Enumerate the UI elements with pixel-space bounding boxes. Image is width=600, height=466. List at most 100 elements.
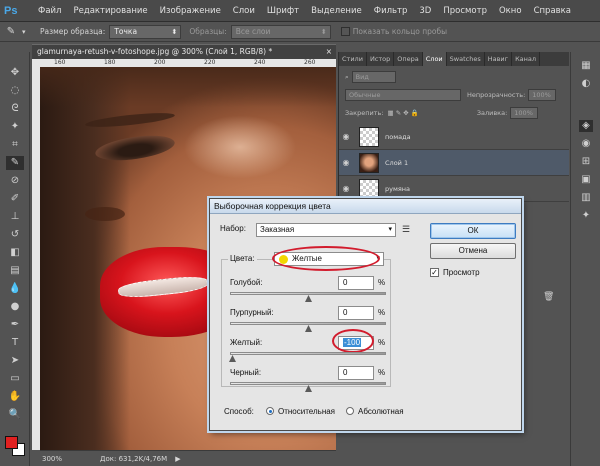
show-ring-checkbox[interactable] <box>340 27 350 36</box>
search-icon: ⌕ <box>345 72 349 81</box>
ruler-tick: 220 <box>204 59 216 66</box>
path-select-tool-icon[interactable]: ➤ <box>6 354 24 368</box>
document-tab[interactable]: glamurnaya-retush-v-fotoshope.jpg @ 300%… <box>32 44 336 59</box>
chevron-down-icon: ▾ <box>388 226 392 233</box>
menu-3d[interactable]: 3D <box>413 6 437 16</box>
menu-image[interactable]: Изображение <box>154 6 227 16</box>
brush-tool-icon[interactable]: ✐ <box>6 192 24 206</box>
samples-select[interactable]: Все слои ⬍ <box>230 24 331 39</box>
sample-size-label: Размер образца: <box>40 27 106 36</box>
cyan-label: Голубой: <box>230 278 263 287</box>
menu-type[interactable]: Шрифт <box>261 6 305 16</box>
ruler-tick: 260 <box>304 59 316 66</box>
actions-icon[interactable]: ◐ <box>579 78 593 90</box>
preset-options-icon[interactable]: ☰ <box>402 224 410 235</box>
absolute-radio[interactable] <box>346 407 354 415</box>
tab-layers[interactable]: Слои <box>422 52 447 66</box>
ok-button[interactable]: ОК <box>430 223 516 239</box>
layers-icon[interactable]: ◈ <box>579 120 593 132</box>
menu-filter[interactable]: Фильтр <box>368 6 414 16</box>
layer-filter-row: ⌕ Вид <box>339 68 569 86</box>
percent-unit: % <box>378 278 386 287</box>
crop-tool-icon[interactable]: ⌗ <box>6 138 24 152</box>
black-slider-track[interactable] <box>230 382 386 385</box>
layer-row[interactable]: ◉ помада <box>339 124 569 150</box>
cyan-slider-track[interactable] <box>230 292 386 295</box>
eyedropper-icon[interactable]: ✎ <box>0 26 22 37</box>
samples-label: Образцы: <box>189 27 227 36</box>
fill-label: Заливка: <box>476 109 508 117</box>
menu-view[interactable]: Просмотр <box>437 6 493 16</box>
tool-preset-chevron-icon[interactable]: ▾ <box>22 28 32 36</box>
foreground-color-swatch[interactable] <box>5 436 18 449</box>
tools-panel: ✥ ◌ ᘓ ✦ ⌗ ✎ ⊘ ✐ ⊥ ↺ ◧ ▤ 💧 ● ✒ T ➤ ▭ ✋ 🔍 <box>0 52 30 466</box>
blur-tool-icon[interactable]: 💧 <box>6 282 24 296</box>
tab-history[interactable]: Истор <box>367 52 395 66</box>
cyan-input[interactable]: 0 <box>338 276 374 290</box>
layer-row[interactable]: ◉ Слой 1 <box>339 150 569 176</box>
tab-swatches[interactable]: Swatches <box>447 52 485 66</box>
menu-layer[interactable]: Слои <box>227 6 261 16</box>
relative-radio[interactable] <box>266 407 274 415</box>
kind-filter-select[interactable]: Вид <box>351 71 396 83</box>
preview-checkbox[interactable]: ✓ <box>430 268 439 277</box>
menu-edit[interactable]: Редактирование <box>67 6 153 16</box>
cancel-button[interactable]: Отмена <box>430 243 516 259</box>
lock-row: Закрепить: ▦ ✎ ✥ 🔒 Заливка: 100% <box>339 104 569 122</box>
yellow-slider-track[interactable] <box>230 352 386 355</box>
visibility-eye-icon[interactable]: ◉ <box>339 158 353 167</box>
options-bar: ✎ ▾ Размер образца: Точка ⬍ Образцы: Все … <box>0 22 600 42</box>
visibility-eye-icon[interactable]: ◉ <box>339 132 353 141</box>
paths-icon[interactable]: ⊞ <box>579 156 593 168</box>
blend-mode-select[interactable]: Обычные <box>345 89 461 101</box>
channels-icon[interactable]: ◉ <box>579 138 593 150</box>
marquee-tool-icon[interactable]: ◌ <box>6 84 24 98</box>
lock-icons[interactable]: ▦ ✎ ✥ 🔒 <box>387 109 418 117</box>
visibility-eye-icon[interactable]: ◉ <box>339 184 353 193</box>
tab-channels[interactable]: Канал <box>512 52 541 66</box>
menu-window[interactable]: Окно <box>493 6 528 16</box>
percent-unit: % <box>378 308 386 317</box>
tab-actions[interactable]: Опера <box>394 52 423 66</box>
gradient-tool-icon[interactable]: ▤ <box>6 264 24 278</box>
menu-help[interactable]: Справка <box>528 6 577 16</box>
trash-icon[interactable]: 🗑 <box>543 292 554 302</box>
dialog-title: Выборочная коррекция цвета <box>210 199 521 214</box>
tab-styles[interactable]: Стили <box>339 52 367 66</box>
zoom-tool-icon[interactable]: 🔍 <box>6 408 24 422</box>
chevron-right-icon[interactable]: ▶ <box>175 455 180 463</box>
opacity-field[interactable]: 100% <box>528 89 557 101</box>
document-title: glamurnaya-retush-v-fotoshope.jpg @ 300%… <box>37 47 273 56</box>
type-tool-icon[interactable]: T <box>6 336 24 350</box>
black-input[interactable]: 0 <box>338 366 374 380</box>
move-tool-icon[interactable]: ✥ <box>6 66 24 80</box>
menu-file[interactable]: Файл <box>32 6 67 16</box>
eyedropper-tool-icon[interactable]: ✎ <box>6 156 24 170</box>
history-icon[interactable]: ▦ <box>579 60 593 72</box>
pen-tool-icon[interactable]: ✒ <box>6 318 24 332</box>
close-icon[interactable]: × <box>326 45 332 59</box>
shape-tool-icon[interactable]: ▭ <box>6 372 24 386</box>
tab-navigator[interactable]: Навиг <box>485 52 513 66</box>
hand-tool-icon[interactable]: ✋ <box>6 390 24 404</box>
healing-tool-icon[interactable]: ⊘ <box>6 174 24 188</box>
ruler-tick: 180 <box>104 59 116 66</box>
lasso-tool-icon[interactable]: ᘓ <box>6 102 24 116</box>
clone-stamp-tool-icon[interactable]: ⊥ <box>6 210 24 224</box>
eraser-tool-icon[interactable]: ◧ <box>6 246 24 260</box>
menu-select[interactable]: Выделение <box>305 6 368 16</box>
fill-field[interactable]: 100% <box>510 107 539 119</box>
document-info: Док: 631,2K/4,76M <box>100 454 168 463</box>
zoom-level[interactable]: 300% <box>42 455 82 463</box>
preset-select[interactable]: Заказная ▾ <box>256 223 396 237</box>
sample-size-select[interactable]: Точка ⬍ <box>109 24 182 39</box>
history-brush-tool-icon[interactable]: ↺ <box>6 228 24 242</box>
color-icon[interactable]: ▣ <box>579 174 593 186</box>
swatches-icon[interactable]: ▥ <box>579 192 593 204</box>
magenta-input[interactable]: 0 <box>338 306 374 320</box>
styles-icon[interactable]: ✦ <box>579 210 593 222</box>
dodge-tool-icon[interactable]: ● <box>6 300 24 314</box>
preset-label: Набор: <box>220 224 246 233</box>
magenta-slider-track[interactable] <box>230 322 386 325</box>
quick-select-tool-icon[interactable]: ✦ <box>6 120 24 134</box>
